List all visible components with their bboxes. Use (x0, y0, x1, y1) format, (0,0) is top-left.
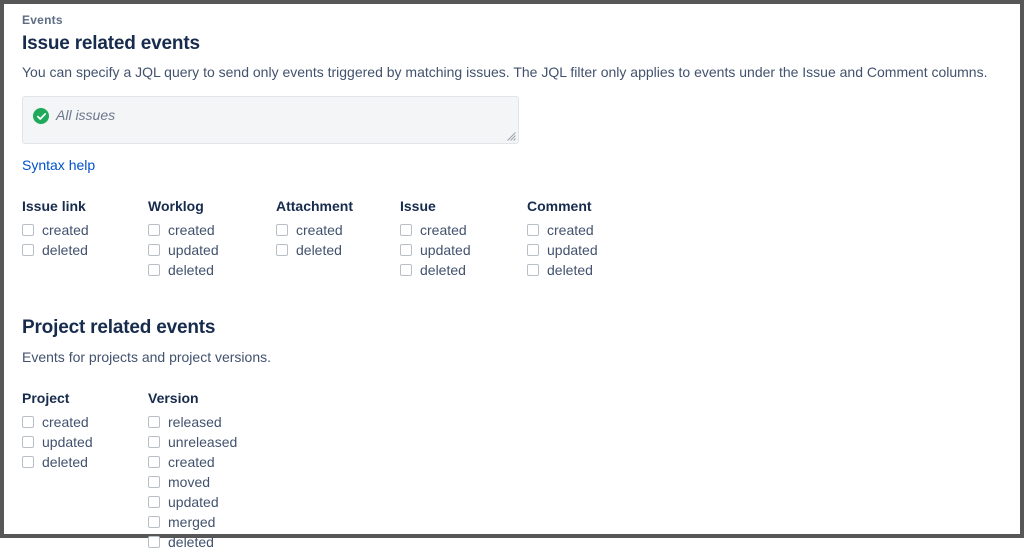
checkbox-row[interactable]: updated (527, 240, 657, 260)
checkbox-label: created (296, 222, 343, 238)
checkbox-label: updated (547, 242, 598, 258)
syntax-help-link[interactable]: Syntax help (22, 156, 95, 174)
event-column-issue-link: Issue link created deleted (22, 197, 148, 280)
checkbox-label: updated (420, 242, 471, 258)
checkbox-label: released (168, 414, 222, 430)
checkbox-row[interactable]: deleted (148, 260, 276, 280)
checkbox-label: created (168, 454, 215, 470)
checkbox-label: created (42, 414, 89, 430)
column-header: Project (22, 390, 70, 406)
check-circle-icon (33, 108, 49, 124)
checkbox-input[interactable] (148, 456, 160, 468)
jql-field-wrapper: All issues (22, 96, 519, 144)
checkbox-row[interactable]: deleted (22, 240, 148, 260)
checkbox-row[interactable]: created (276, 220, 400, 240)
checkbox-input[interactable] (276, 224, 288, 236)
checkbox-row[interactable]: deleted (22, 452, 148, 472)
column-header: Version (148, 390, 199, 406)
checkbox-label: updated (42, 434, 93, 450)
checkbox-input[interactable] (22, 416, 34, 428)
textarea-resize-handle[interactable] (505, 130, 516, 141)
checkbox-label: deleted (547, 262, 593, 278)
checkbox-input[interactable] (22, 436, 34, 448)
event-column-issue: Issue created updated deleted (400, 197, 527, 280)
checkbox-input[interactable] (148, 244, 160, 256)
checkbox-row[interactable]: merged (148, 512, 348, 532)
checkbox-label: updated (168, 494, 219, 510)
checkbox-label: deleted (296, 242, 342, 258)
checkbox-input[interactable] (527, 264, 539, 276)
checkbox-label: deleted (42, 454, 88, 470)
checkbox-row[interactable]: updated (148, 240, 276, 260)
checkbox-input[interactable] (527, 224, 539, 236)
checkbox-input[interactable] (148, 224, 160, 236)
project-related-events-section: Project related events Events for projec… (22, 316, 1016, 552)
checkbox-label: merged (168, 514, 216, 530)
checkbox-row[interactable]: deleted (400, 260, 527, 280)
column-header: Issue link (22, 198, 86, 214)
event-column-project: Project created updated deleted (22, 389, 148, 552)
checkbox-label: created (547, 222, 594, 238)
checkbox-label: created (168, 222, 215, 238)
issue-event-columns: Issue link created deleted Worklog creat… (22, 197, 1016, 280)
issue-related-events-description: You can specify a JQL query to send only… (22, 64, 988, 80)
screenshot-frame: Events Issue related events You can spec… (0, 0, 1024, 550)
event-column-version: Version released unreleased created move… (148, 389, 348, 552)
checkbox-row[interactable]: released (148, 412, 348, 432)
checkbox-label: moved (168, 474, 211, 490)
breadcrumb-events: Events (22, 13, 63, 27)
checkbox-row[interactable]: deleted (276, 240, 400, 260)
checkbox-input[interactable] (527, 244, 539, 256)
issue-related-events-heading: Issue related events (22, 33, 200, 54)
checkbox-label: created (420, 222, 467, 238)
project-related-events-heading: Project related events (22, 317, 216, 338)
checkbox-input[interactable] (148, 436, 160, 448)
checkbox-input[interactable] (22, 244, 34, 256)
checkbox-row[interactable]: updated (22, 432, 148, 452)
checkbox-label: deleted (168, 262, 214, 278)
checkbox-input[interactable] (400, 244, 412, 256)
checkbox-row[interactable]: created (527, 220, 657, 240)
checkbox-label: deleted (420, 262, 466, 278)
checkbox-input[interactable] (148, 496, 160, 508)
checkbox-label: deleted (42, 242, 88, 258)
checkbox-row[interactable]: deleted (527, 260, 657, 280)
events-settings-content: Events Issue related events You can spec… (22, 12, 1016, 552)
column-header: Worklog (148, 198, 204, 214)
checkbox-input[interactable] (400, 264, 412, 276)
project-event-columns: Project created updated deleted Version … (22, 389, 1016, 552)
checkbox-input[interactable] (22, 224, 34, 236)
checkbox-row[interactable]: created (148, 220, 276, 240)
checkbox-row[interactable]: created (22, 220, 148, 240)
jql-query-value: All issues (56, 107, 116, 123)
checkbox-input[interactable] (148, 416, 160, 428)
checkbox-row[interactable]: deleted (148, 532, 348, 552)
checkbox-row[interactable]: created (400, 220, 527, 240)
checkbox-label: deleted (168, 534, 214, 550)
checkbox-input[interactable] (276, 244, 288, 256)
checkbox-row[interactable]: unreleased (148, 432, 348, 452)
event-column-worklog: Worklog created updated deleted (148, 197, 276, 280)
checkbox-input[interactable] (22, 456, 34, 468)
checkbox-label: updated (168, 242, 219, 258)
checkbox-input[interactable] (148, 264, 160, 276)
checkbox-label: unreleased (168, 434, 238, 450)
event-column-comment: Comment created updated deleted (527, 197, 657, 280)
checkbox-label: created (42, 222, 89, 238)
column-header: Comment (527, 198, 592, 214)
checkbox-input[interactable] (148, 476, 160, 488)
checkbox-row[interactable]: updated (148, 492, 348, 512)
checkbox-input[interactable] (400, 224, 412, 236)
jql-query-input[interactable]: All issues (22, 96, 519, 144)
checkbox-row[interactable]: created (148, 452, 348, 472)
checkbox-row[interactable]: updated (400, 240, 527, 260)
checkbox-row[interactable]: created (22, 412, 148, 432)
project-related-events-description: Events for projects and project versions… (22, 349, 272, 365)
column-header: Attachment (276, 198, 354, 214)
checkbox-row[interactable]: moved (148, 472, 348, 492)
column-header: Issue (400, 198, 436, 214)
event-column-attachment: Attachment created deleted (276, 197, 400, 280)
checkbox-input[interactable] (148, 516, 160, 528)
